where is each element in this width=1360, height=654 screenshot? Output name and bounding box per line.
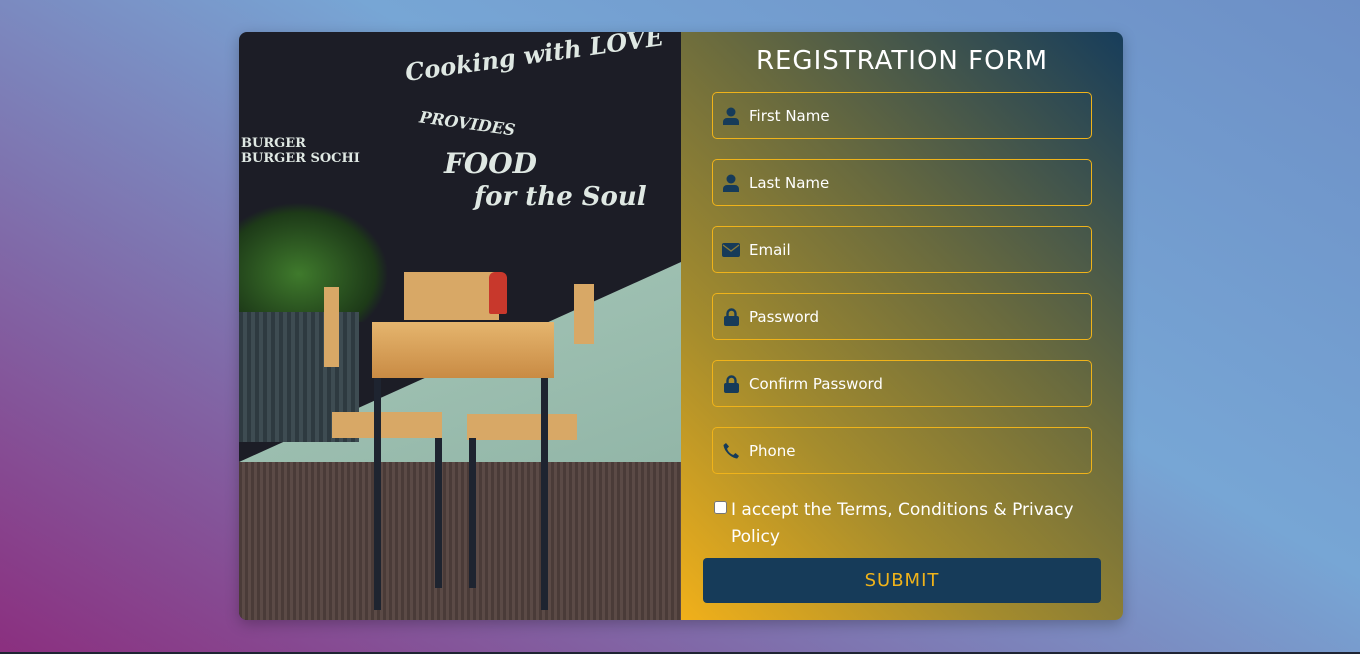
restaurant-photo: Cooking with LOVE PROVIDES FOOD for the … (239, 32, 681, 620)
chalkboard-lettering: PROVIDES (418, 107, 517, 140)
confirm-password-input[interactable]: Confirm Password (712, 360, 1092, 407)
user-icon (722, 174, 740, 192)
phone-input[interactable]: Phone (712, 427, 1092, 474)
terms-checkbox[interactable] (714, 501, 727, 514)
last-name-placeholder: Last Name (749, 173, 830, 192)
terms-row[interactable]: I accept the Terms, Conditions & Privacy… (714, 497, 1094, 551)
phone-placeholder: Phone (749, 441, 796, 460)
chalkboard-lettering: BURGER BURGER SOCHI (241, 136, 360, 166)
registration-form: REGISTRATION FORM First Name Last Name E… (681, 32, 1123, 620)
chalkboard-lettering: Cooking with LOVE (403, 32, 666, 87)
confirm-password-placeholder: Confirm Password (749, 374, 883, 393)
last-name-input[interactable]: Last Name (712, 159, 1092, 206)
lock-icon (722, 307, 740, 326)
password-placeholder: Password (749, 307, 820, 326)
chalkboard-lettering: FOOD (444, 147, 537, 180)
user-icon (722, 107, 740, 125)
envelope-icon (722, 241, 740, 259)
phone-icon (722, 442, 740, 460)
email-placeholder: Email (749, 240, 791, 259)
registration-card: Cooking with LOVE PROVIDES FOOD for the … (239, 32, 1123, 620)
first-name-placeholder: First Name (749, 106, 830, 125)
submit-button[interactable]: SUBMIT (703, 558, 1101, 603)
email-input[interactable]: Email (712, 226, 1092, 273)
form-title: REGISTRATION FORM (755, 46, 1049, 76)
lock-icon (722, 374, 740, 393)
password-input[interactable]: Password (712, 293, 1092, 340)
chalkboard-lettering: for the Soul (474, 182, 647, 212)
terms-label: I accept the Terms, Conditions & Privacy… (731, 500, 1074, 547)
first-name-input[interactable]: First Name (712, 92, 1092, 139)
